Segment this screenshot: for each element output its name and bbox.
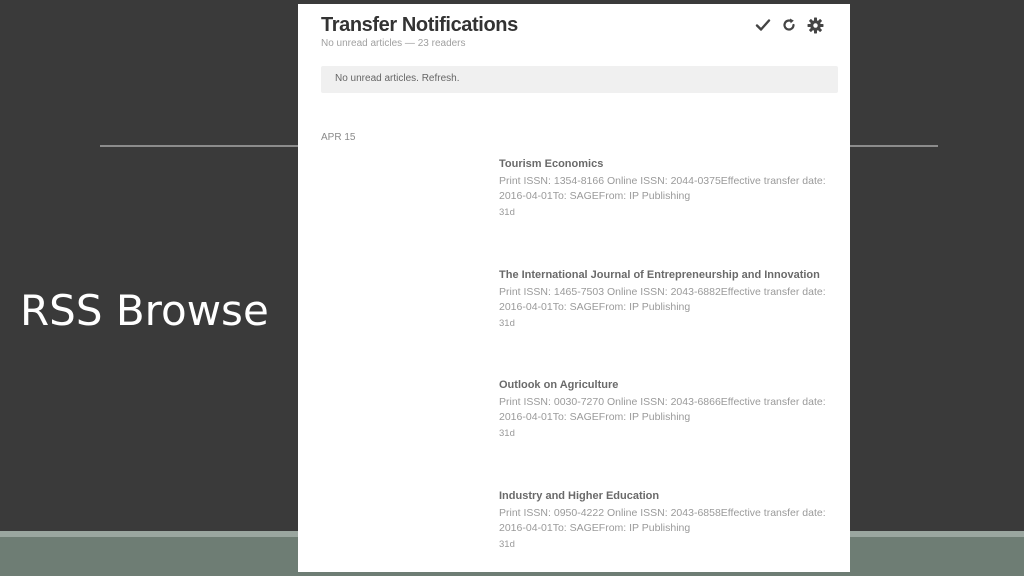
notice-text[interactable]: No unread articles. Refresh. [335, 73, 460, 84]
list-item: The International Journal of Entrepreneu… [499, 268, 844, 331]
mark-all-read-button[interactable] [754, 16, 772, 34]
article-title[interactable]: Outlook on Agriculture [499, 378, 844, 392]
feed-subtitle: No unread articles — 23 readers [321, 38, 466, 49]
feed-title: Transfer Notifications [321, 14, 518, 36]
article-description: Print ISSN: 0030-7270 Online ISSN: 2043-… [499, 396, 826, 423]
refresh-button[interactable] [780, 16, 798, 34]
no-unread-notice: No unread articles. Refresh. [321, 66, 838, 93]
slide-title: RSS Browse [20, 286, 269, 335]
article-description: Print ISSN: 1354-8166 Online ISSN: 2044-… [499, 175, 826, 202]
list-item: Outlook on Agriculture Print ISSN: 0030-… [499, 378, 844, 441]
feed-toolbar [754, 16, 824, 34]
list-item: Tourism Economics Print ISSN: 1354-8166 … [499, 157, 844, 220]
list-item: Industry and Higher Education Print ISSN… [499, 489, 844, 552]
settings-button[interactable] [806, 16, 824, 34]
article-description: Print ISSN: 0950-4222 Online ISSN: 2043-… [499, 507, 826, 534]
feed-panel: Transfer Notifications No unread article… [298, 4, 850, 572]
article-age: 31d [499, 539, 515, 550]
article-age: 31d [499, 207, 515, 218]
article-title[interactable]: Tourism Economics [499, 157, 844, 171]
article-description: Print ISSN: 1465-7503 Online ISSN: 2043-… [499, 286, 826, 313]
check-icon [755, 19, 771, 31]
date-group-label: APR 15 [321, 132, 356, 143]
gear-icon [807, 17, 823, 33]
article-title[interactable]: The International Journal of Entrepreneu… [499, 268, 844, 282]
article-age: 31d [499, 428, 515, 439]
article-age: 31d [499, 318, 515, 329]
article-title[interactable]: Industry and Higher Education [499, 489, 844, 503]
refresh-icon [783, 18, 795, 31]
